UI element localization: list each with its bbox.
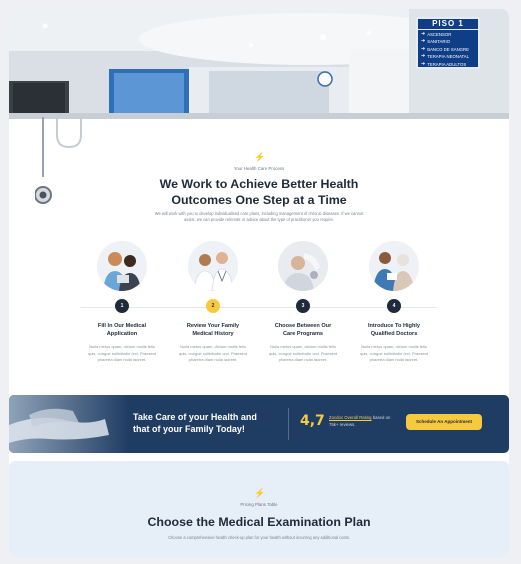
floor-sign: PISO 1 ➜ ASCENSOR ➜ SANITARIO ➜ BANCO DE SA… — [416, 17, 480, 69]
step-2-photo — [188, 241, 238, 291]
arrow-icon: ➜ — [421, 38, 426, 45]
arrow-icon: ➜ — [421, 60, 426, 67]
banner-divider — [288, 408, 289, 440]
step-4: 4 Introduce To Highly Qualified Doctors … — [339, 241, 449, 363]
step-1-photo — [97, 241, 147, 291]
page: PISO 1 ➜ ASCENSOR ➜ SANITARIO ➜ BANCO DE SA… — [9, 9, 509, 557]
floor-sign-item: ➜ ASCENSOR — [421, 31, 452, 37]
pricing-eyebrow: Pricing Plans Table — [240, 502, 278, 507]
rating-value: 4,7 — [300, 413, 325, 429]
step-number: 2 — [206, 299, 220, 313]
step-title: Introduce To Highly Qualified Doctors — [367, 323, 421, 338]
bolt-icon: ⚡ — [254, 488, 266, 498]
step-number: 1 — [115, 299, 129, 313]
floor-sign-item: ➜ TERAPIA ADULTOS — [421, 60, 467, 67]
step-number: 4 — [387, 299, 401, 313]
rating-text: Zocdoc Overall Rating based on 75k+ revi… — [329, 415, 391, 427]
floor-sign-item: ➜ TERAPIA NEONATAL — [421, 53, 470, 60]
pricing-headline: Choose the Medical Examination Plan — [147, 515, 371, 529]
cta-banner: Take Care of your Health and that of you… — [9, 395, 509, 453]
step-text: Nulla metus quam, dictum mollis felis qu… — [359, 344, 429, 362]
process-headline: We Work to Achieve Better Health Outcome… — [159, 177, 359, 207]
arrow-icon: ➜ — [421, 31, 426, 37]
hero-photo: PISO 1 ➜ ASCENSOR ➜ SANITARIO ➜ BANCO DE SA… — [9, 9, 509, 119]
schedule-appointment-button[interactable]: Schedule An Appointment — [406, 414, 482, 430]
floor-sign-list: ➜ ASCENSOR ➜ SANITARIO ➜ BANCO DE SANGRE ➜ T… — [418, 30, 478, 69]
banner-photo — [9, 395, 129, 453]
pricing-lead: Choose a comprehensive health check-up p… — [168, 535, 350, 540]
floor-sign-item: ➜ SANITARIO — [421, 38, 451, 45]
step-4-photo — [369, 241, 419, 291]
step-number: 3 — [296, 299, 310, 313]
process-eyebrow: Your Health Care Process — [233, 166, 285, 171]
arrow-icon: ➜ — [421, 45, 426, 52]
step-3-photo — [278, 241, 328, 291]
floor-sign-item: ➜ BANCO DE SANGRE — [421, 45, 469, 52]
banner-headline: Take Care of your Health and that of you… — [133, 412, 257, 434]
floor-sign-title: PISO 1 — [418, 19, 478, 30]
arrow-icon: ➜ — [421, 53, 426, 60]
pricing-section: ⚡ Pricing Plans Table Choose the Medical… — [9, 461, 509, 557]
process-lead: We will work with you to develop individ… — [154, 211, 364, 223]
rating-link[interactable]: Zocdoc Overall Rating — [329, 415, 372, 420]
bolt-icon: ⚡ — [254, 152, 266, 162]
